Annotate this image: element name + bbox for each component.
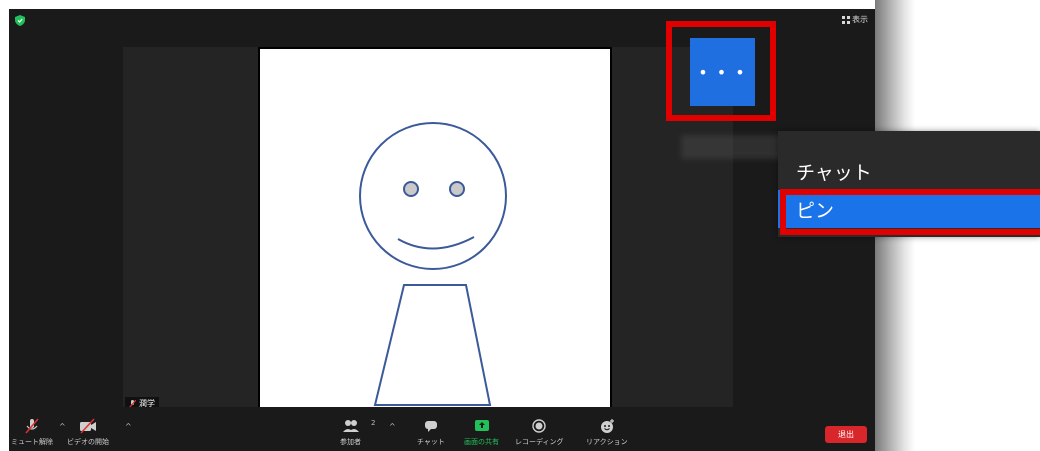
reactions-button[interactable]: リアクション [586,418,628,447]
view-toggle-button[interactable]: 表示 [842,14,868,25]
unmute-button[interactable]: ミュート解除 [11,418,53,447]
participants-button[interactable]: 参加者 [340,418,361,447]
leave-button[interactable]: 退出 [825,426,867,443]
participants-options-caret[interactable]: ^ [389,422,396,431]
share-screen-icon [474,420,489,431]
participants-icon [342,420,359,432]
video-off-icon [80,418,96,434]
shared-screen [258,47,612,411]
start-video-label: ビデオの開始 [67,438,109,446]
chat-button[interactable]: チャット [417,418,445,447]
reactions-label: リアクション [586,438,628,446]
record-button[interactable]: レコーディング [515,418,564,447]
share-screen-button[interactable]: 画面の共有 [464,418,499,447]
stick-figure-drawing [359,122,507,406]
shield-icon[interactable] [15,15,25,26]
video-options-caret[interactable]: ^ [125,422,132,431]
more-options-button[interactable]: • • • [690,38,755,106]
participants-label: 参加者 [340,438,361,446]
record-label: レコーディング [515,438,564,446]
participants-count: 2 [371,419,376,427]
highlight-box-pin [780,189,1040,235]
menu-item-chat[interactable]: チャット [778,152,1040,190]
chat-label: チャット [417,438,445,446]
mic-muted-icon [25,418,39,434]
meeting-toolbar: ミュート解除 ^ ビデオの開始 ^ 参加者 2 ^ チャット 画面の共有 レコー… [9,407,875,451]
record-icon [532,419,546,433]
video-area [123,47,733,411]
grid-icon [842,15,850,24]
chat-icon [424,421,437,432]
view-toggle-label: 表示 [852,15,868,24]
audio-options-caret[interactable]: ^ [59,422,66,431]
reactions-icon [600,419,614,433]
start-video-button[interactable]: ビデオの開始 [67,418,109,447]
unmute-label: ミュート解除 [11,438,53,446]
share-label: 画面の共有 [464,438,499,446]
